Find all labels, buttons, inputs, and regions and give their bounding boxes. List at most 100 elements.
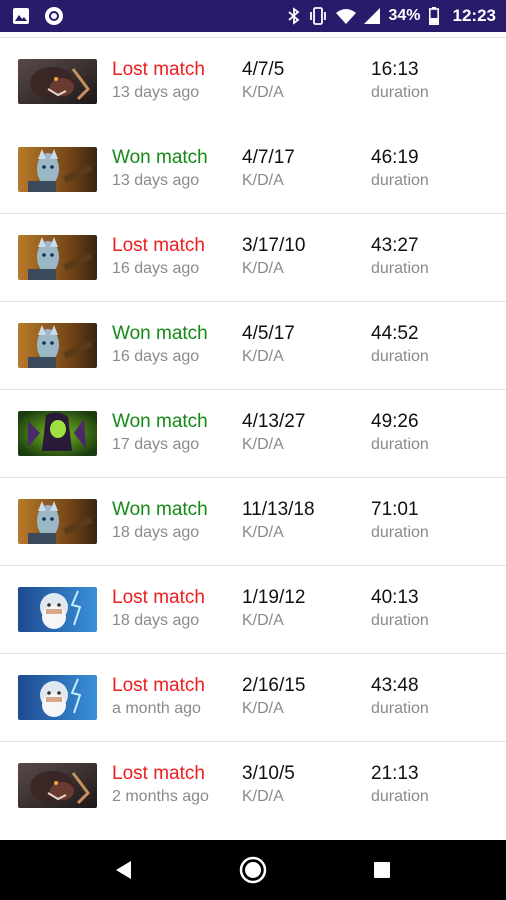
duration-value: 16:13 — [371, 59, 419, 80]
result-column: Lost match a month ago — [112, 674, 230, 720]
circle-app-icon — [44, 6, 64, 26]
match-time-ago: 18 days ago — [112, 612, 200, 629]
kda-column: 4/7/5 K/D/A — [242, 58, 284, 104]
duration-column: 44:52 duration — [371, 322, 429, 368]
duration-value: 21:13 — [371, 763, 419, 784]
match-result: Won match — [112, 147, 208, 168]
hero-portrait — [18, 411, 97, 456]
match-time-ago: a month ago — [112, 700, 201, 717]
kda-label: K/D/A — [242, 348, 284, 365]
kda-label: K/D/A — [242, 788, 284, 805]
duration-value: 43:27 — [371, 235, 419, 256]
match-time-ago: 17 days ago — [112, 436, 200, 453]
match-result: Lost match — [112, 675, 205, 696]
duration-value: 46:19 — [371, 147, 419, 168]
bluetooth-icon — [288, 7, 300, 25]
match-result: Won match — [112, 323, 208, 344]
kda-column: 4/7/17 K/D/A — [242, 146, 295, 192]
match-result: Lost match — [112, 235, 205, 256]
back-button[interactable] — [96, 842, 152, 898]
duration-column: 71:01 duration — [371, 498, 429, 544]
hero-portrait — [18, 235, 97, 280]
kda-column: 4/13/27 K/D/A — [242, 410, 305, 456]
match-row[interactable]: Lost match 2 months ago 3/10/5 K/D/A 21:13 du… — [0, 742, 506, 840]
kda-label: K/D/A — [242, 612, 284, 629]
home-icon — [239, 856, 267, 884]
result-column: Lost match 16 days ago — [112, 234, 230, 280]
battery-percentage: 34% — [388, 7, 421, 24]
hero-portrait — [18, 763, 97, 808]
home-button[interactable] — [225, 842, 281, 898]
duration-label: duration — [371, 700, 429, 717]
kda-value: 4/7/5 — [242, 59, 285, 80]
match-row[interactable]: Lost match 18 days ago 1/19/12 K/D/A 40:13 du… — [0, 566, 506, 654]
result-column: Lost match 2 months ago — [112, 762, 230, 808]
result-column: Won match 18 days ago — [112, 498, 230, 544]
kda-value: 2/16/15 — [242, 675, 306, 696]
duration-label: duration — [371, 524, 429, 541]
match-time-ago: 2 months ago — [112, 788, 209, 805]
hero-portrait — [18, 675, 97, 720]
kda-value: 4/13/27 — [242, 411, 306, 432]
hero-portrait — [18, 59, 97, 104]
match-row[interactable]: Won match 16 days ago 4/5/17 K/D/A 44:52 dura… — [0, 302, 506, 390]
hero-portrait — [18, 587, 97, 632]
kda-column: 1/19/12 K/D/A — [242, 586, 305, 632]
kda-label: K/D/A — [242, 172, 284, 189]
match-time-ago: 18 days ago — [112, 524, 200, 541]
navigation-bar — [0, 840, 506, 900]
duration-column: 40:13 duration — [371, 586, 429, 632]
match-time-ago: 13 days ago — [112, 84, 200, 101]
signal-icon — [364, 8, 381, 24]
duration-column: 49:26 duration — [371, 410, 429, 456]
duration-label: duration — [371, 84, 429, 101]
kda-column: 2/16/15 K/D/A — [242, 674, 305, 720]
back-icon — [116, 861, 132, 879]
match-row[interactable]: Won match 13 days ago 4/7/17 K/D/A 46:19 dura… — [0, 126, 506, 214]
match-row[interactable]: Won match 18 days ago 11/13/18 K/D/A 71:01 du… — [0, 478, 506, 566]
kda-value: 3/10/5 — [242, 763, 295, 784]
battery-icon — [428, 7, 439, 25]
duration-column: 43:27 duration — [371, 234, 429, 280]
match-time-ago: 13 days ago — [112, 172, 200, 189]
recents-button[interactable] — [354, 842, 410, 898]
duration-value: 71:01 — [371, 499, 419, 520]
duration-column: 43:48 duration — [371, 674, 429, 720]
duration-column: 21:13 duration — [371, 762, 429, 808]
duration-column: 16:13 duration — [371, 58, 429, 104]
duration-value: 43:48 — [371, 675, 419, 696]
result-column: Lost match 13 days ago — [112, 58, 230, 104]
kda-value: 4/5/17 — [242, 323, 295, 344]
recents-icon — [373, 862, 390, 878]
duration-label: duration — [371, 260, 429, 277]
vibrate-icon — [308, 7, 328, 25]
match-result: Lost match — [112, 587, 205, 608]
match-list[interactable]: Lost match 13 days ago 4/7/5 K/D/A 16:13 dura… — [0, 32, 506, 840]
image-icon — [12, 7, 30, 25]
duration-column: 46:19 duration — [371, 146, 429, 192]
kda-column: 3/10/5 K/D/A — [242, 762, 295, 808]
duration-label: duration — [371, 788, 429, 805]
kda-value: 1/19/12 — [242, 587, 306, 608]
match-time-ago: 16 days ago — [112, 348, 200, 365]
kda-column: 4/5/17 K/D/A — [242, 322, 295, 368]
match-row[interactable]: Lost match a month ago 2/16/15 K/D/A 43:48 du… — [0, 654, 506, 742]
match-result: Won match — [112, 411, 208, 432]
kda-value: 4/7/17 — [242, 147, 295, 168]
kda-value: 3/17/10 — [242, 235, 306, 256]
wifi-icon — [336, 8, 357, 24]
result-column: Won match 17 days ago — [112, 410, 230, 456]
duration-label: duration — [371, 612, 429, 629]
kda-label: K/D/A — [242, 700, 284, 717]
match-row[interactable]: Won match 17 days ago 4/13/27 K/D/A 49:26 dur… — [0, 390, 506, 478]
status-bar: 34% 12:23 — [0, 0, 506, 32]
result-column: Won match 13 days ago — [112, 146, 230, 192]
duration-value: 49:26 — [371, 411, 419, 432]
kda-column: 3/17/10 K/D/A — [242, 234, 305, 280]
duration-label: duration — [371, 348, 429, 365]
hero-portrait — [18, 499, 97, 544]
clock: 12:23 — [452, 6, 496, 25]
match-row[interactable]: Lost match 16 days ago 3/17/10 K/D/A 43:27 du… — [0, 214, 506, 302]
match-row[interactable]: Lost match 13 days ago 4/7/5 K/D/A 16:13 dura… — [0, 38, 506, 126]
match-time-ago: 16 days ago — [112, 260, 200, 277]
